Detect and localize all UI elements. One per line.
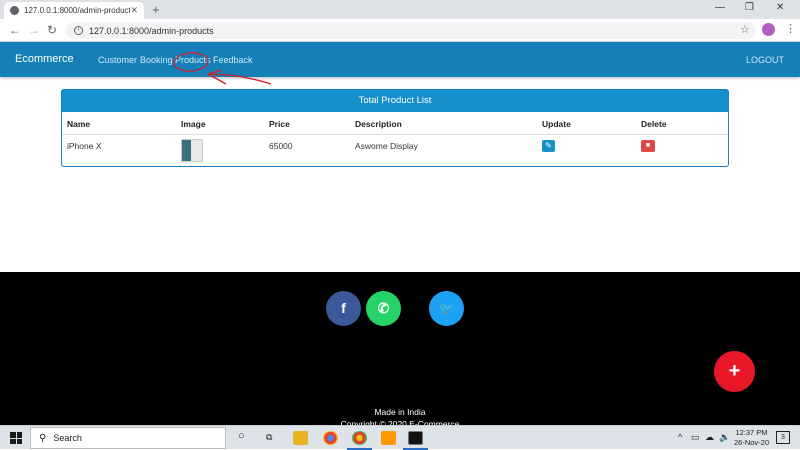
whatsapp-icon[interactable]: ✆ [366, 291, 401, 326]
network-icon[interactable]: ▭ [691, 432, 700, 443]
column-header-description: Description [355, 119, 402, 129]
volume-icon[interactable]: 🔈 [719, 432, 730, 443]
site-footer: f ✆ 🐦 + Made in India Copyright © 2020 E… [0, 272, 800, 429]
annotation-circle [173, 52, 209, 72]
edit-icon: ✎ [545, 141, 552, 150]
product-price: 65000 [269, 141, 293, 151]
card-title: Total Product List [62, 90, 728, 112]
file-explorer-icon[interactable] [293, 431, 308, 445]
delete-button[interactable]: ■ [641, 140, 655, 152]
search-placeholder: Search [53, 433, 82, 443]
column-header-price: Price [269, 119, 290, 129]
column-header-name: Name [67, 119, 91, 129]
row-divider [62, 134, 728, 135]
annotation-marker [173, 52, 272, 85]
onedrive-icon[interactable]: ☁ [705, 432, 714, 443]
windows-start-icon[interactable] [10, 432, 22, 444]
notifications-icon[interactable]: 3 [776, 431, 790, 444]
windows-taskbar: ⚲ Search ○ ⧉ ^ ▭ ☁ 🔈 12:37 PM 26-Nov-20 … [0, 425, 800, 450]
task-view-icon[interactable]: ⧉ [266, 432, 272, 443]
add-fab-button[interactable]: + [714, 351, 755, 392]
column-header-update: Update [542, 119, 571, 129]
show-hidden-icons-chevron-icon[interactable]: ^ [678, 432, 682, 442]
taskbar-search[interactable]: ⚲ Search [30, 427, 226, 449]
chrome-icon[interactable] [323, 431, 338, 445]
clock-time: 12:37 PM [735, 428, 768, 437]
sublime-text-icon[interactable] [381, 431, 396, 445]
trash-icon: ■ [645, 142, 651, 149]
chrome-profile-icon[interactable] [352, 431, 367, 445]
product-name: iPhone X [67, 141, 102, 151]
twitter-icon[interactable]: 🐦 [429, 291, 464, 326]
terminal-icon[interactable] [408, 431, 423, 445]
search-icon: ⚲ [39, 432, 47, 444]
annotation-arrow [207, 69, 272, 85]
product-image [181, 139, 203, 162]
clock-date: 26-Nov-20 [734, 438, 770, 447]
made-in-text: Made in India [374, 407, 426, 417]
column-header-image: Image [181, 119, 206, 129]
update-button[interactable]: ✎ [542, 140, 555, 152]
cortana-icon[interactable]: ○ [238, 430, 245, 442]
facebook-icon[interactable]: f [326, 291, 361, 326]
product-description: Aswome Display [355, 141, 418, 151]
column-header-delete: Delete [641, 119, 667, 129]
taskbar-clock[interactable]: 12:37 PM 26-Nov-20 [734, 428, 769, 448]
product-list-card: Total Product List Name Image Price Desc… [61, 89, 729, 167]
